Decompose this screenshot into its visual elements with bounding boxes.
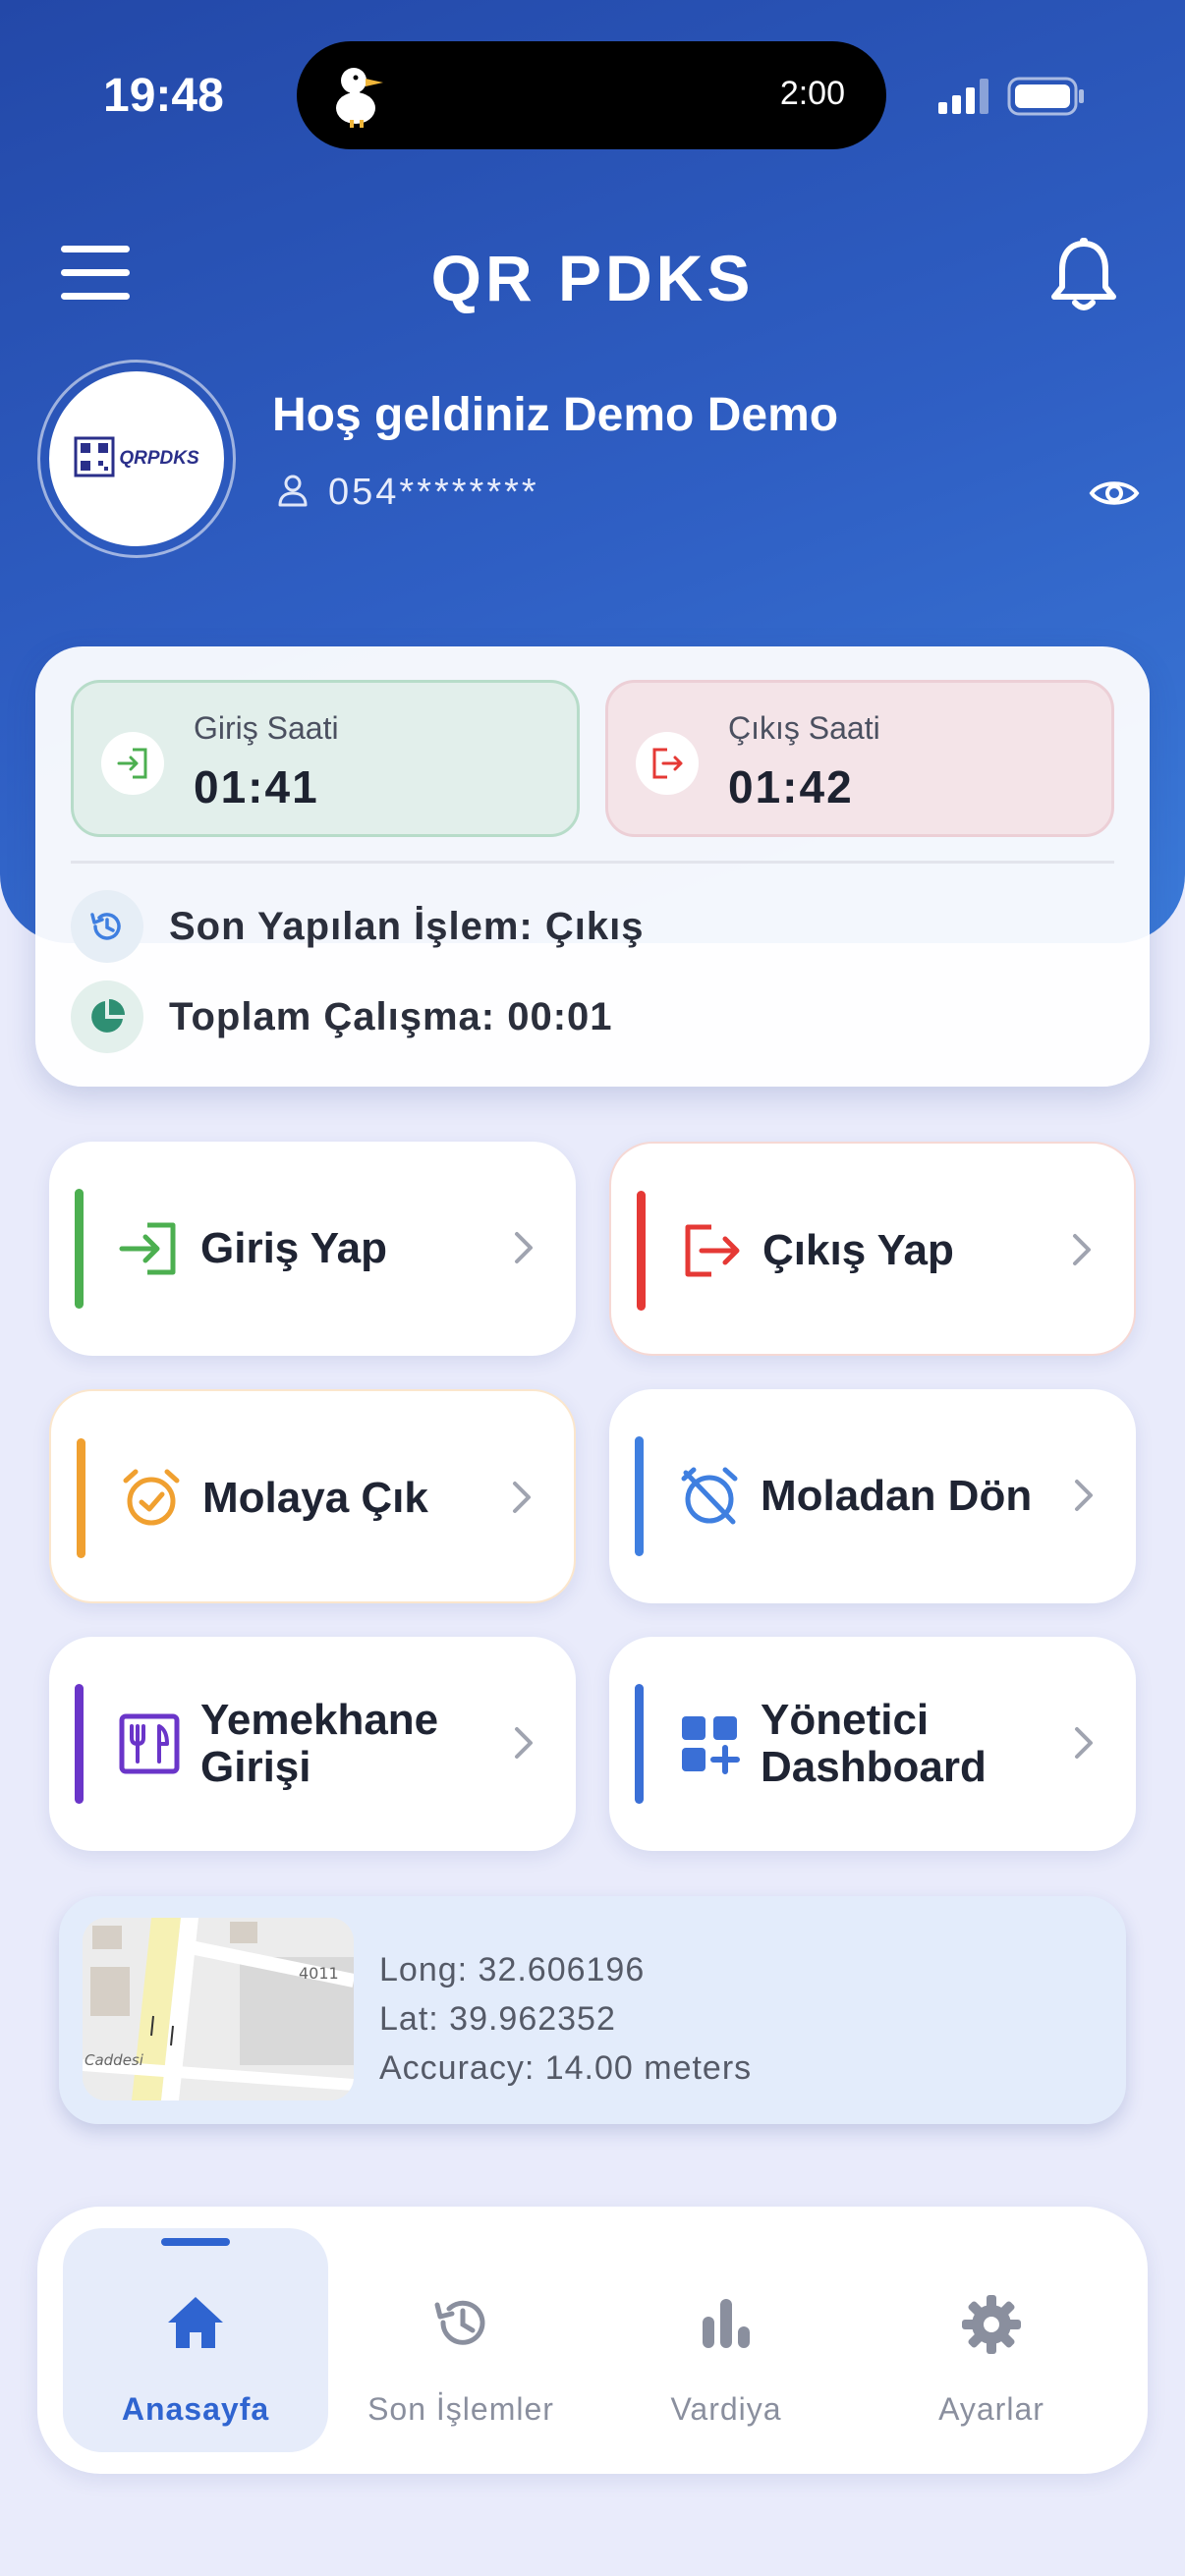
chevron-right-icon: [1073, 1478, 1095, 1518]
logo-text: QRPDKS: [119, 448, 199, 469]
alarm-check-icon: [120, 1467, 183, 1535]
battery-icon: [1007, 77, 1086, 121]
island-timer: 2:00: [779, 75, 845, 112]
action-label: Çıkış Yap: [762, 1226, 954, 1274]
top-bar: QR PDKS: [0, 226, 1185, 324]
check-out-label: Çıkış Saati: [728, 710, 880, 746]
history-icon: [328, 2293, 593, 2352]
total-work-row: Toplam Çalışma: 00:01: [71, 980, 613, 1053]
action-label: Moladan Dön: [761, 1472, 1033, 1520]
check-out-time-box: Çıkış Saati 01:42: [605, 680, 1114, 837]
tab-home[interactable]: Anasayfa: [63, 2228, 328, 2452]
action-label: Yemekhane Girişi: [200, 1696, 439, 1791]
app-title: QR PDKS: [430, 242, 755, 314]
active-indicator: [161, 2238, 230, 2246]
chevron-right-icon: [513, 1725, 535, 1765]
action-label: Molaya Çık: [202, 1474, 428, 1522]
qr-logo-icon: [74, 436, 115, 482]
accent-bar: [75, 1684, 84, 1804]
chevron-right-icon: [1071, 1232, 1093, 1272]
accuracy-text: Accuracy: 14.00 meters: [379, 2049, 753, 2087]
check-out-time: 01:42: [728, 761, 854, 812]
action-label: Yönetici Dashboard: [761, 1696, 987, 1791]
cafeteria-entry-button[interactable]: Yemekhane Girişi: [49, 1637, 576, 1851]
total-work-text: Toplam Çalışma: 00:01: [169, 994, 613, 1038]
check-in-time-box: Giriş Saati 01:41: [71, 680, 580, 837]
chevron-right-icon: [511, 1480, 533, 1520]
tab-settings[interactable]: Ayarlar: [859, 2228, 1124, 2452]
tab-label: Son İşlemler: [367, 2391, 554, 2427]
tab-label: Vardiya: [670, 2391, 782, 2427]
tab-label: Anasayfa: [121, 2391, 270, 2427]
bar-chart-icon: [593, 2293, 859, 2352]
home-icon: [63, 2293, 328, 2352]
login-icon: [118, 1217, 181, 1285]
chevron-right-icon: [513, 1230, 535, 1270]
check-in-button[interactable]: Giriş Yap: [49, 1142, 576, 1356]
tab-recent-actions[interactable]: Son İşlemler: [328, 2228, 593, 2452]
check-out-button[interactable]: Çıkış Yap: [609, 1142, 1136, 1356]
signal-icon: [938, 79, 993, 119]
gear-icon: [859, 2293, 1124, 2356]
map-label: 4011: [299, 1964, 339, 1983]
dynamic-island: 2:00: [297, 41, 886, 149]
tab-shift[interactable]: Vardiya: [593, 2228, 859, 2452]
end-break-button[interactable]: Moladan Dön: [609, 1389, 1136, 1603]
logout-icon: [636, 732, 699, 795]
profile-avatar[interactable]: QRPDKS: [37, 360, 236, 558]
pie-chart-icon: [71, 980, 143, 1053]
manager-dashboard-button[interactable]: Yönetici Dashboard: [609, 1637, 1136, 1851]
notification-bell-icon[interactable]: [1049, 238, 1118, 317]
check-in-label: Giriş Saati: [194, 710, 339, 746]
chevron-right-icon: [1073, 1725, 1095, 1765]
tab-label: Ayarlar: [938, 2391, 1044, 2427]
restaurant-icon: [118, 1712, 181, 1780]
attendance-summary-card: Giriş Saati 01:41 Çıkış Saati 01:42 Son …: [35, 646, 1150, 1087]
user-icon: [275, 473, 310, 513]
show-phone-eye-icon[interactable]: [1089, 476, 1140, 515]
accent-bar: [637, 1191, 646, 1311]
dashboard-add-icon: [678, 1712, 741, 1780]
status-time: 19:48: [103, 70, 224, 122]
action-label: Giriş Yap: [200, 1224, 387, 1272]
alarm-off-icon: [678, 1465, 741, 1533]
accent-bar: [75, 1189, 84, 1309]
duck-icon: [332, 63, 391, 133]
login-icon: [101, 732, 164, 795]
accent-bar: [635, 1436, 644, 1556]
location-card: 4011 Caddesi Long: 32.606196 Lat: 39.962…: [59, 1896, 1126, 2124]
start-break-button[interactable]: Molaya Çık: [49, 1389, 576, 1603]
status-bar: 19:48 2:00: [0, 0, 1185, 157]
map-label: Caddesi: [85, 2051, 144, 2069]
last-action-text: Son Yapılan İşlem: Çıkış: [169, 904, 645, 948]
welcome-text: Hoş geldiniz Demo Demo: [272, 389, 839, 441]
history-icon: [71, 890, 143, 963]
map-thumbnail[interactable]: 4011 Caddesi: [83, 1918, 354, 2100]
phone-row: 054********: [275, 472, 539, 514]
logout-icon: [680, 1219, 743, 1287]
latitude-text: Lat: 39.962352: [379, 2000, 616, 2038]
longitude-text: Long: 32.606196: [379, 1951, 646, 1988]
location-details: Long: 32.606196 Lat: 39.962352 Accuracy:…: [379, 1945, 752, 2093]
check-in-time: 01:41: [194, 761, 319, 812]
divider: [71, 861, 1114, 864]
accent-bar: [77, 1438, 85, 1558]
last-action-row: Son Yapılan İşlem: Çıkış: [71, 890, 644, 963]
accent-bar: [635, 1684, 644, 1804]
masked-phone: 054********: [328, 472, 539, 513]
bottom-navigation: Anasayfa Son İşlemler Vardiya Ayarlar: [37, 2207, 1148, 2474]
